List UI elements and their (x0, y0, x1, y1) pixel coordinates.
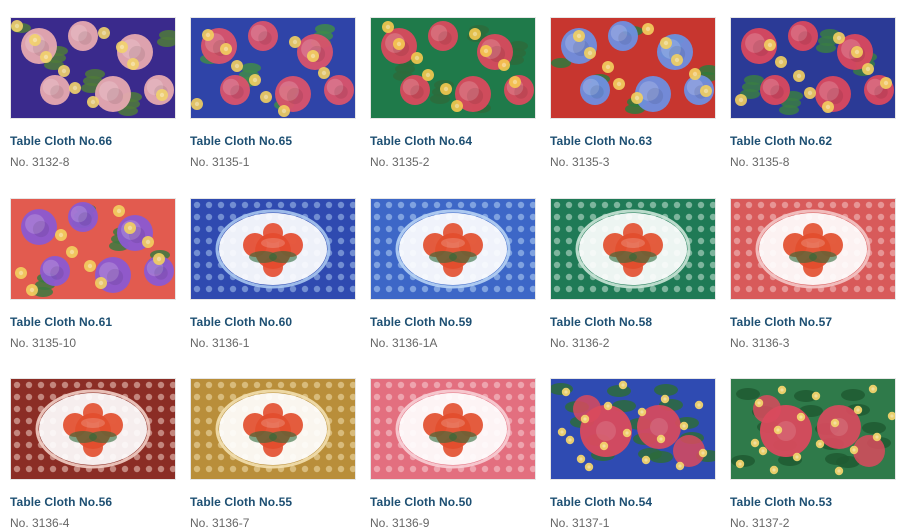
product-image[interactable] (730, 198, 896, 300)
product-image[interactable] (550, 17, 716, 119)
tablecloth-pattern-image (731, 379, 895, 479)
product-image[interactable] (10, 17, 176, 119)
product-card[interactable]: Table Cloth No.58 No. 3136-2 (550, 198, 716, 350)
product-title[interactable]: Table Cloth No.64 (370, 134, 536, 148)
product-title[interactable]: Table Cloth No.65 (190, 134, 356, 148)
product-title[interactable]: Table Cloth No.58 (550, 315, 716, 329)
product-card[interactable]: Table Cloth No.56 No. 3136-4 (10, 378, 176, 530)
product-code: No. 3135-10 (10, 336, 77, 350)
product-image[interactable] (10, 378, 176, 480)
product-card[interactable]: Table Cloth No.64 No. 3135-2 (370, 17, 536, 169)
product-card[interactable]: Table Cloth No.59 No. 3136-1A (370, 198, 536, 350)
product-code: No. 3136-2 (550, 336, 610, 350)
product-title[interactable]: Table Cloth No.63 (550, 134, 716, 148)
tablecloth-pattern-image (191, 199, 355, 299)
product-card[interactable]: Table Cloth No.61 No. 3135-10 (10, 198, 176, 350)
tablecloth-pattern-image (371, 18, 535, 118)
product-card[interactable]: Table Cloth No.65 No. 3135-1 (190, 17, 356, 169)
product-card[interactable]: Table Cloth No.57 No. 3136-3 (730, 198, 896, 350)
product-card[interactable]: Table Cloth No.63 No. 3135-3 (550, 17, 716, 169)
tablecloth-pattern-image (371, 379, 535, 479)
product-title[interactable]: Table Cloth No.60 (190, 315, 356, 329)
product-image[interactable] (370, 378, 536, 480)
product-card[interactable]: Table Cloth No.66 No. 3132-8 (10, 17, 176, 169)
product-title[interactable]: Table Cloth No.61 (10, 315, 176, 329)
product-title[interactable]: Table Cloth No.53 (730, 495, 896, 509)
tablecloth-pattern-image (191, 379, 355, 479)
tablecloth-pattern-image (191, 18, 355, 118)
product-title[interactable]: Table Cloth No.57 (730, 315, 896, 329)
product-image[interactable] (190, 378, 356, 480)
product-card[interactable]: Table Cloth No.53 No. 3137-2 (730, 378, 896, 530)
tablecloth-pattern-image (11, 379, 175, 479)
tablecloth-pattern-image (551, 199, 715, 299)
tablecloth-pattern-image (371, 199, 535, 299)
product-code: No. 3135-8 (730, 155, 790, 169)
product-card[interactable]: Table Cloth No.55 No. 3136-7 (190, 378, 356, 530)
product-title[interactable]: Table Cloth No.62 (730, 134, 896, 148)
tablecloth-pattern-image (551, 379, 715, 479)
product-title[interactable]: Table Cloth No.54 (550, 495, 716, 509)
product-code: No. 3136-1 (190, 336, 250, 350)
product-card[interactable]: Table Cloth No.62 No. 3135-8 (730, 17, 896, 169)
product-title[interactable]: Table Cloth No.50 (370, 495, 536, 509)
tablecloth-pattern-image (731, 199, 895, 299)
product-code: No. 3135-1 (190, 155, 250, 169)
product-title[interactable]: Table Cloth No.66 (10, 134, 176, 148)
product-image[interactable] (190, 198, 356, 300)
tablecloth-pattern-image (731, 18, 895, 118)
product-card[interactable]: Table Cloth No.54 No. 3137-1 (550, 378, 716, 530)
product-code: No. 3135-3 (550, 155, 610, 169)
product-image[interactable] (730, 378, 896, 480)
product-title[interactable]: Table Cloth No.55 (190, 495, 356, 509)
product-code: No. 3136-1A (370, 336, 438, 350)
product-title[interactable]: Table Cloth No.56 (10, 495, 176, 509)
product-image[interactable] (370, 17, 536, 119)
product-image[interactable] (550, 198, 716, 300)
product-code: No. 3136-3 (730, 336, 790, 350)
tablecloth-pattern-image (551, 18, 715, 118)
product-image[interactable] (190, 17, 356, 119)
product-code: No. 3135-2 (370, 155, 430, 169)
product-image[interactable] (370, 198, 536, 300)
tablecloth-pattern-image (11, 18, 175, 118)
product-card[interactable]: Table Cloth No.50 No. 3136-9 (370, 378, 536, 530)
product-card[interactable]: Table Cloth No.60 No. 3136-1 (190, 198, 356, 350)
product-image[interactable] (10, 198, 176, 300)
product-image[interactable] (730, 17, 896, 119)
tablecloth-pattern-image (11, 199, 175, 299)
product-code: No. 3132-8 (10, 155, 70, 169)
product-image[interactable] (550, 378, 716, 480)
product-title[interactable]: Table Cloth No.59 (370, 315, 536, 329)
